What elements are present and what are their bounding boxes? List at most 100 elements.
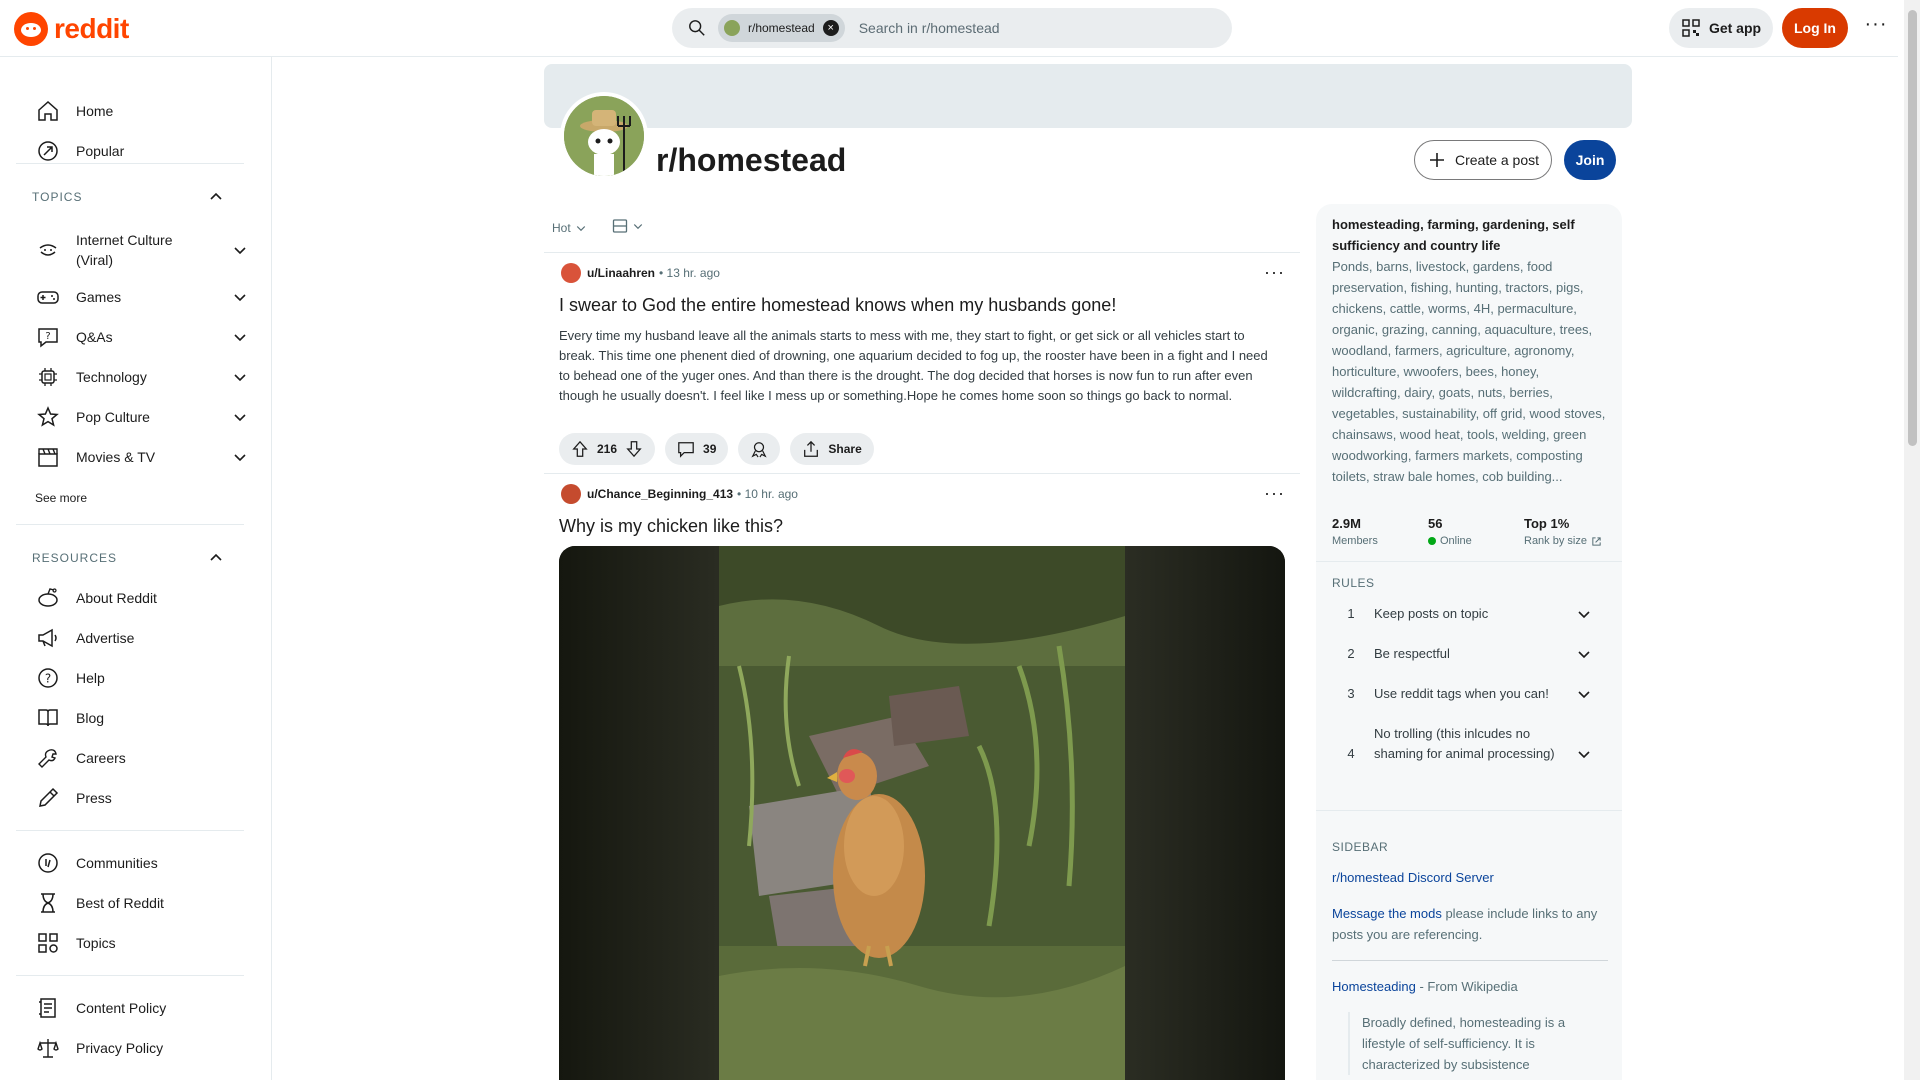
sidebar-divider [16,524,244,525]
sidebar-item-content-policy[interactable]: Content Policy [28,988,248,1028]
wiki-source: - From Wikipedia [1415,979,1518,994]
rule-item[interactable]: 4 No trolling (this inlcudes no shaming … [1332,724,1608,764]
sidebar-item-label: Content Policy [76,1000,167,1016]
sidebar-item-careers[interactable]: Careers [28,738,248,778]
sidebar-item-pop-culture[interactable]: Pop Culture [28,397,248,437]
community-title: r/homestead [656,142,847,178]
sidebar-item-topics[interactable]: Topics [28,923,248,963]
sidebar-item-privacy-policy[interactable]: Privacy Policy [28,1028,248,1068]
avatar[interactable] [561,484,581,504]
sidebar-item-label: About Reddit [76,590,157,606]
join-button[interactable]: Join [1564,140,1616,180]
online-dot-icon [1428,537,1436,545]
megaphone-icon [38,628,57,648]
chevron-down-icon [234,374,246,382]
share-label: Share [828,442,862,456]
sidebar-item-home[interactable]: Home [28,91,248,131]
community-avatar [560,92,648,180]
sidebar-section-title: SIDEBAR [1332,840,1389,854]
search-chip-label: r/homestead [748,21,815,35]
sidebar-item-advertise[interactable]: Advertise [28,618,248,658]
scrollbar-thumb[interactable] [1908,10,1917,446]
sidebar-item-movies-tv[interactable]: Movies & TV [28,437,248,477]
sidebar-item-communities[interactable]: Communities [28,843,248,883]
search-input[interactable] [858,20,1189,36]
sidebar-item-about-reddit[interactable]: About Reddit [28,578,248,618]
view-mode-dropdown[interactable] [612,218,644,234]
chevron-down-icon [234,454,246,462]
more-options-icon[interactable]: ··· [1862,14,1890,42]
reddit-snoo-icon [14,12,48,46]
reddit-logo[interactable]: reddit [14,12,129,46]
comments-button[interactable]: 39 [665,433,729,465]
sidebar-item-technology[interactable]: Technology [28,357,248,397]
chevron-down-icon [1578,691,1590,699]
message-mods-link[interactable]: Message the mods [1332,906,1442,921]
post-title[interactable]: I swear to God the entire homestead know… [559,295,1116,316]
login-button[interactable]: Log In [1782,8,1848,48]
rule-item[interactable]: 2 Be respectful [1332,644,1608,664]
policy-icon [39,998,56,1018]
sidebar-item-label: Popular [76,143,125,159]
downvote-icon[interactable] [625,440,643,458]
post-body[interactable]: Every time my husband leave all the anim… [559,326,1279,406]
sidebar-item-label: Internet Culture (Viral) [76,232,173,268]
wrench-icon [38,749,57,768]
post-author[interactable]: u/Chance_Beginning_413 [587,487,733,501]
vote-count: 216 [597,442,618,456]
sidebar-item-help[interactable]: ? Help [28,658,248,698]
logo-text: reddit [54,13,129,44]
post-overflow-icon[interactable]: ··· [1264,262,1285,283]
sort-dropdown[interactable]: Hot [552,218,587,238]
community-description: Ponds, barns, livestock, gardens, food p… [1332,259,1606,484]
chevron-up-icon[interactable] [208,550,224,566]
resources-section-title[interactable]: RESOURCES [32,551,117,565]
get-app-button[interactable]: Get app [1669,8,1773,48]
avatar[interactable] [561,263,581,283]
share-button[interactable]: Share [790,433,874,465]
sidebar-item-popular[interactable]: Popular [28,131,248,171]
sidebar-item-games[interactable]: Games [28,277,248,317]
sidebar-item-label: Technology [76,369,147,385]
feed-divider [544,252,1300,253]
upvote-icon[interactable] [571,440,589,458]
rule-item[interactable]: 1 Keep posts on topic [1332,604,1608,624]
see-more-link[interactable]: See more [35,491,87,505]
chevron-up-icon[interactable] [208,189,224,205]
sidebar-divider [16,830,244,831]
wiki-link[interactable]: Homesteading [1332,979,1416,994]
qr-code-icon [1682,19,1700,37]
sidebar-item-best-of-reddit[interactable]: Best of Reddit [28,883,248,923]
topics-section-title[interactable]: TOPICS [32,190,82,204]
post-author[interactable]: u/Linaahren [587,266,655,280]
mods-message: Message the mods please include links to… [1332,903,1608,945]
post-media[interactable] [559,546,1285,1080]
sidebar-item-press[interactable]: Press [28,778,248,818]
media-blur-left [559,546,719,1080]
rule-item[interactable]: 3 Use reddit tags when you can! [1332,684,1608,704]
rule-number: 3 [1347,686,1355,701]
create-post-button[interactable]: Create a post [1414,140,1552,180]
search-icon [689,20,705,36]
close-icon[interactable]: × [822,20,839,36]
sidebar-item-qas[interactable]: ? Q&As [28,317,248,357]
sidebar-item-blog[interactable]: Blog [28,698,248,738]
search-bar[interactable]: r/homestead × [672,8,1232,48]
post-overflow-icon[interactable]: ··· [1264,483,1285,504]
panel-divider [1316,810,1622,811]
media-blur-right [1125,546,1285,1080]
page-scrollbar[interactable] [1904,0,1920,1080]
book-icon [38,709,58,727]
award-button[interactable] [738,433,781,465]
sidebar-divider [16,975,244,976]
chevron-down-icon [1578,611,1590,619]
rank-value: Top 1% [1524,516,1570,531]
sidebar-item-label: Best of Reddit [76,895,164,911]
community-avatar-icon [724,20,740,36]
sidebar-item-internet-culture[interactable]: Internet Culture (Viral) [28,227,248,273]
reddit-icon [38,588,58,607]
rule-number: 2 [1347,646,1355,661]
post-title[interactable]: Why is my chicken like this? [559,516,783,537]
rank-stat[interactable]: Top 1% Rank by size [1524,516,1602,547]
discord-link[interactable]: r/homestead Discord Server [1332,870,1494,885]
